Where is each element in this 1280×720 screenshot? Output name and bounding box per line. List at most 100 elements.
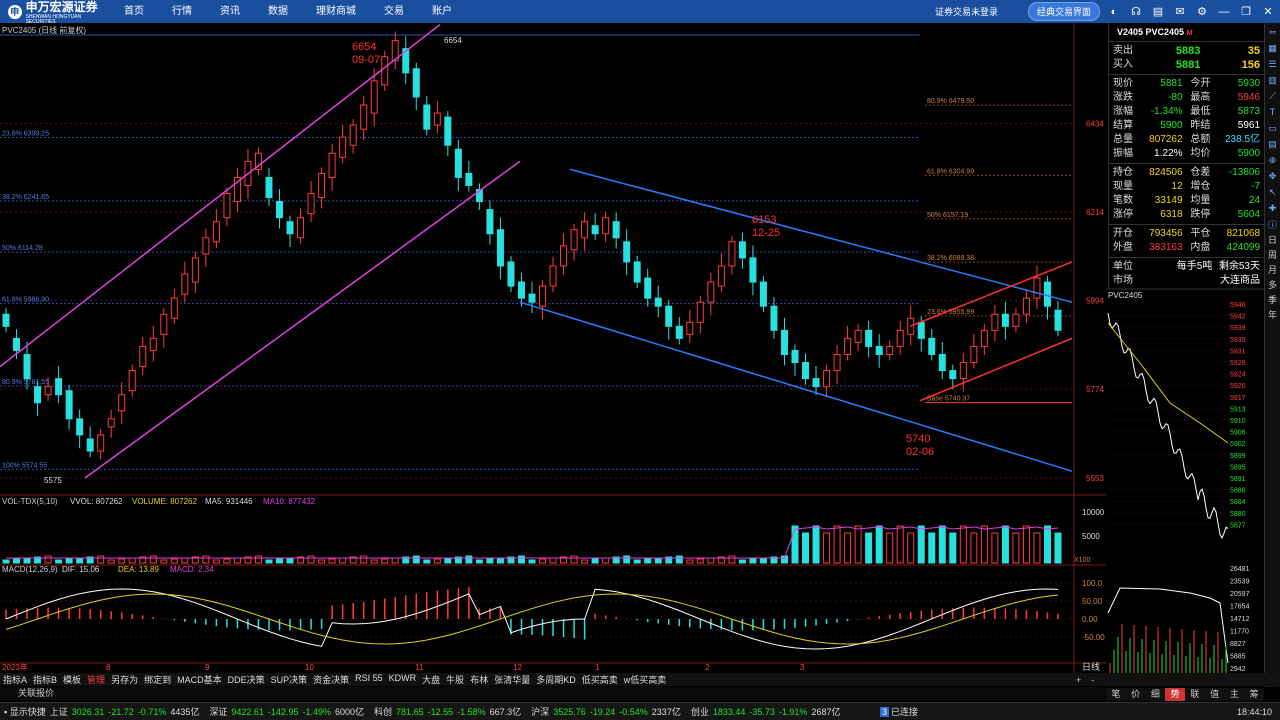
brand-logo: 申 申万宏源证券 SHENWAN HONGYUAN SECURITIES: [0, 0, 110, 25]
volume-bar: [644, 558, 652, 564]
candle-body: [44, 386, 52, 396]
login-notice[interactable]: 证券交易未登录: [935, 5, 998, 18]
nav-item[interactable]: 行情: [158, 0, 206, 23]
price-axis-label: 6214: [1086, 208, 1104, 217]
indicator-tab[interactable]: 布林: [467, 673, 491, 686]
connection-status: 3 已连接: [880, 707, 919, 717]
chart-icon[interactable]: ▥: [1266, 73, 1280, 87]
right-tab[interactable]: 势: [1165, 688, 1185, 701]
indicator-tab[interactable]: 指标B: [30, 673, 60, 686]
index-quote[interactable]: 科创 781.65 -12.55 -1.58% 667.3亿: [374, 705, 525, 718]
period-button[interactable]: 周: [1268, 248, 1277, 261]
zoom-out-icon[interactable]: -: [1091, 675, 1094, 685]
volume-bar: [980, 525, 988, 564]
volume-bar: [149, 555, 157, 564]
index-quote[interactable]: 上证 3026.31 -21.72 -0.71% 4435亿: [50, 705, 204, 718]
index-quote[interactable]: 沪深 3525.76 -19.24 -0.54% 2337亿: [531, 705, 685, 718]
intraday-price-label: 5935: [1230, 337, 1246, 344]
indicator-tab[interactable]: w低买高卖: [621, 673, 670, 686]
nav-item[interactable]: 资讯: [206, 0, 254, 23]
volume-bar: [591, 558, 599, 564]
right-tab[interactable]: 价: [1126, 688, 1146, 701]
indicator-tab[interactable]: 资金决策: [310, 673, 352, 686]
indicator-tab[interactable]: 张清华量: [491, 673, 533, 686]
ruler-icon[interactable]: ▭: [1266, 121, 1280, 135]
nav-item[interactable]: 账户: [418, 0, 466, 23]
right-toolbar: ⇦ ▦ ☰ ▥ ⟋ T ▭ ▤ ⊕ ✥ ↖ ✚ ⓘ 日周月多季年: [1264, 23, 1280, 687]
candle-body: [1033, 277, 1041, 299]
nav-item[interactable]: 首页: [110, 0, 158, 23]
pointer-icon[interactable]: ↖: [1266, 185, 1280, 199]
move-icon[interactable]: ✥: [1266, 169, 1280, 183]
nav-item[interactable]: 理财商城: [302, 0, 370, 23]
quote-value: 1.22%: [1154, 148, 1183, 159]
mid-annotation-date: 12-25: [752, 227, 780, 239]
indicator-tab[interactable]: SUP决策: [268, 673, 311, 686]
quote-value: -7: [1251, 181, 1261, 192]
indicator-tab[interactable]: 模板: [60, 673, 84, 686]
restore-icon[interactable]: ❐: [1238, 4, 1254, 20]
right-tab[interactable]: 筹: [1244, 688, 1264, 701]
indicator-tab[interactable]: KDWR: [386, 673, 420, 686]
table-icon[interactable]: ▤: [1266, 137, 1280, 151]
period-button[interactable]: 年: [1268, 308, 1277, 321]
skin-icon[interactable]: ◐: [1106, 4, 1122, 20]
index-name: 创业: [690, 707, 709, 717]
grid-icon[interactable]: ▦: [1266, 41, 1280, 55]
indicator-tab[interactable]: DDE决策: [225, 673, 268, 686]
candle-body: [854, 329, 862, 343]
list-icon[interactable]: ☰: [1266, 57, 1280, 71]
classic-trade-button[interactable]: 经典交易界面: [1027, 2, 1100, 21]
line-icon[interactable]: ⟋: [1266, 89, 1280, 103]
close-icon[interactable]: ✕: [1260, 4, 1276, 20]
indicator-tab[interactable]: 牛股: [443, 673, 467, 686]
quote-label: 平仓: [1190, 228, 1211, 239]
volume-bar: [160, 559, 168, 564]
minimize-icon[interactable]: —: [1216, 4, 1232, 20]
indicator-tab[interactable]: 低买高卖: [579, 673, 621, 686]
right-tab[interactable]: 笔: [1106, 688, 1126, 701]
period-button[interactable]: 月: [1268, 263, 1277, 276]
text-icon[interactable]: T: [1266, 105, 1280, 119]
indicator-tab[interactable]: 大盘: [419, 673, 443, 686]
zoom-in-icon[interactable]: +: [1076, 675, 1081, 685]
indicator-tab[interactable]: MACD基本: [174, 673, 225, 686]
mail-icon[interactable]: ✉: [1172, 4, 1188, 20]
quote-row: 外盘 383163 内盘 424099: [1109, 241, 1264, 255]
indicator-tab[interactable]: RSI 55: [352, 673, 386, 686]
message-icon[interactable]: ▤: [1150, 4, 1166, 20]
quote-row: 涨停 6318 跌停 5604: [1109, 208, 1264, 222]
info-icon[interactable]: ⓘ: [1266, 217, 1280, 231]
indicator-tab[interactable]: 绑定到: [141, 673, 174, 686]
related-quotes-label[interactable]: 关联报价: [18, 688, 54, 698]
volume-bar: [970, 532, 978, 564]
candle-body: [128, 370, 136, 392]
index-quote[interactable]: 深证 9422.61 -142.95 -1.49% 6000亿: [209, 705, 368, 718]
volume-bar: [686, 559, 694, 564]
chart-canvas[interactable]: 6434 6214 5994 5774 5553 23.6% 6399.25 38.2% 6…: [0, 23, 1264, 673]
right-tab[interactable]: 值: [1205, 688, 1225, 701]
cross-icon[interactable]: ✚: [1266, 201, 1280, 215]
back-icon[interactable]: ⇦: [1266, 25, 1280, 39]
nav-item[interactable]: 交易: [370, 0, 418, 23]
headset-icon[interactable]: ☊: [1128, 4, 1144, 20]
quote-value: 24: [1248, 195, 1261, 206]
settings-icon[interactable]: ⚙: [1194, 4, 1210, 20]
indicator-tab[interactable]: 指标A: [0, 673, 30, 686]
indicator-tab[interactable]: 管理: [84, 673, 108, 686]
right-tab[interactable]: 联: [1185, 688, 1205, 701]
right-tab[interactable]: 主: [1225, 688, 1245, 701]
zoom-icon[interactable]: ⊕: [1266, 153, 1280, 167]
volume-bar: [76, 557, 84, 564]
index-quote[interactable]: 创业 1833.44 -35.73 -1.91% 2687亿: [691, 705, 845, 718]
indicator-tab[interactable]: 另存为: [108, 673, 141, 686]
index-amt: 667.3亿: [489, 707, 522, 717]
candle-body: [170, 297, 178, 319]
period-button[interactable]: 日: [1268, 233, 1277, 246]
show-shortcut-label[interactable]: ▪ 显示快捷: [4, 705, 46, 718]
nav-item[interactable]: 数据: [254, 0, 302, 23]
period-button[interactable]: 季: [1268, 293, 1277, 306]
period-button[interactable]: 多: [1268, 278, 1277, 291]
indicator-tab[interactable]: 多周期KD: [533, 673, 579, 686]
right-tab[interactable]: 细: [1146, 688, 1166, 701]
